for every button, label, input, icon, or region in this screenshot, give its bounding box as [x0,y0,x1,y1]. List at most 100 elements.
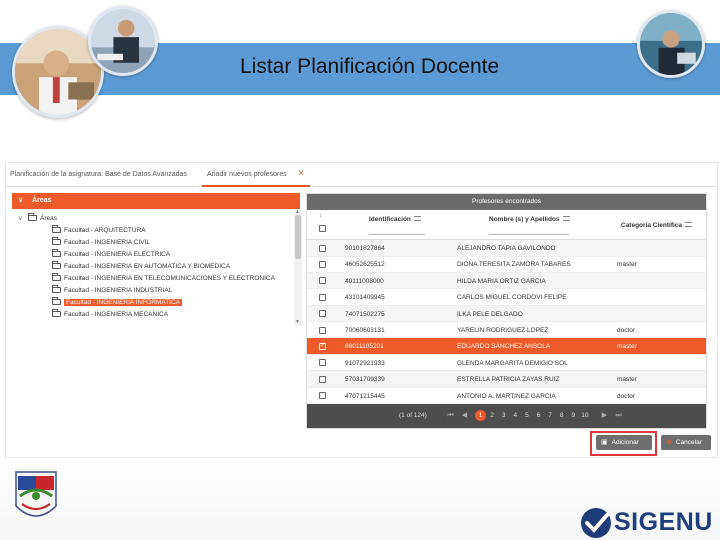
add-button-label: Adicionar [611,439,639,446]
table-row[interactable]: 43101409945 CARLOS MIGUEL CORDOVI FELIPE [307,289,706,306]
prev-page-icon[interactable]: ◀ [459,410,470,421]
areas-scrollbar[interactable]: ▲ ▼ [294,209,302,325]
cell-name: ILKA PELE DELGADO [457,310,523,318]
sigenu-logo-text: SIGENU [614,508,713,536]
app-window: Planificación de la asignatura: Base de … [5,162,718,458]
page-number[interactable]: 8 [556,410,567,421]
page-number[interactable]: 1 [475,410,486,421]
row-checkbox[interactable] [319,375,326,383]
cell-id: 46052625512 [345,261,385,269]
cell-name: EDUARDO SÁNCHEZ ANSOLA [457,343,551,351]
tree-item-facultad[interactable]: Facultad - INGENIERIA CIVIL [52,237,150,248]
page-number[interactable]: 4 [510,410,521,421]
table-row[interactable]: 57031709339 ESTRELLA PATRICIA ZAYAS RUIZ m… [307,371,706,388]
table-row[interactable]: 74071502275 ILKA PELE DELGADO [307,305,706,323]
cell-id: 47071215445 [345,392,385,400]
page-number[interactable]: 2 [487,410,498,421]
folder-icon [52,309,61,317]
cancel-button[interactable]: ⊗ Cancelar [661,435,711,450]
slide: Listar Planificación Docente Planificaci… [0,0,720,540]
row-checkbox[interactable] [319,310,326,318]
tree-root-label: Áreas [40,215,57,222]
cell-id: 74071502275 [345,310,385,318]
row-checkbox[interactable] [319,293,326,301]
tree-item-facultad[interactable]: Facultad - INGENIERIA EN AUTOMATICA Y BI… [52,261,230,272]
cell-id: 91072921933 [345,359,385,367]
row-checkbox[interactable] [319,326,326,334]
tree-root[interactable]: ∨ Áreas [18,213,57,222]
cell-name: ANTONIO A. MARTINEZ GARCIA [457,392,556,400]
page-number[interactable]: 6 [533,410,544,421]
filter-nombre[interactable] [489,234,569,235]
column-identificacion-label: Identificación [369,216,411,223]
scroll-down-icon[interactable]: ▼ [295,319,300,325]
table-row[interactable]: 86011105201 EDUARDO SÁNCHEZ ANSOLA master [307,338,706,356]
page-info: (1 of 124) [399,412,427,419]
select-all-checkbox[interactable] [319,225,326,232]
page-number[interactable]: 3 [498,410,509,421]
column-categoria[interactable]: Categoría Científica [621,222,693,229]
first-page-icon[interactable]: ⏮ [445,410,456,421]
tree-item-facultad[interactable]: Facultad - INGENIERIA MECANICA [52,309,168,320]
table-row[interactable]: 47071215445 ANTONIO A. MARTINEZ GARCIA doc… [307,388,706,405]
tree-item-label: Facultad - INGENIERIA CIVIL [64,239,150,246]
folder-icon [28,213,37,221]
folder-icon [52,261,61,269]
tree-item-facultad[interactable]: Facultad - INGENIERIA INFORMATICA [52,297,183,308]
add-button[interactable]: ▣ Adicionar [596,435,652,450]
cell-id: 90101827864 [345,245,385,252]
folder-icon [52,285,61,293]
table-row[interactable]: 46052625512 DIONA TERESITA ZAMORA TABARES… [307,256,706,274]
professors-panel: Profesores encontrados ↕ Identificación … [306,193,707,429]
folder-icon [52,225,61,233]
folder-icon [52,273,61,281]
table-row[interactable]: 70060603131 YARELIN RODRIGUEZ LOPEZ doctor [307,322,706,339]
cell-name: HILDA MARIA ORTIZ GARCIA [457,277,546,285]
areas-panel-header[interactable]: ∨ Áreas [12,193,300,209]
sigenu-check-icon [581,508,611,538]
last-page-icon[interactable]: ⏭ [613,410,624,421]
column-nombre[interactable]: Nombre (s) y Apellidos [489,216,570,223]
tree-item-facultad[interactable]: Facultad - INGENIERIA ELECTRICA [52,249,170,260]
tree-item-facultad[interactable]: Facultad - ARQUITECTURA [52,225,146,236]
save-icon: ▣ [601,439,608,446]
row-checkbox[interactable] [319,244,326,252]
table-row[interactable]: 91072921933 GLENDA MARGARITA DEMIGIO SOL [307,355,706,372]
table-row[interactable]: 90101827864 ALEJANDRO TAPIA GAVILONDO [307,240,706,257]
tab-bar: Planificación de la asignatura: Base de … [6,163,717,187]
scrollbar-thumb[interactable] [295,215,301,259]
row-checkbox[interactable] [319,260,326,268]
tab-planificacion[interactable]: Planificación de la asignatura: Base de … [10,171,187,178]
cell-id: 40111008000 [345,277,384,285]
row-checkbox[interactable] [319,277,326,285]
tree-item-facultad[interactable]: Facultad - INGENIERIA INDUSTRIAL [52,285,172,296]
row-checkbox[interactable] [319,341,326,350]
row-checkbox[interactable] [319,359,326,367]
folder-icon [52,249,61,257]
tab-close-icon[interactable]: × [298,168,304,179]
cell-id: 70060603131 [345,327,385,334]
table-row[interactable]: 40111008000 HILDA MARIA ORTIZ GARCIA [307,272,706,290]
tree-item-label: Facultad - INGENIERIA INFORMATICA [64,299,183,306]
row-checkbox[interactable] [319,392,326,400]
sort-icon[interactable]: ↕ [319,213,322,219]
page-number[interactable]: 7 [545,410,556,421]
page-number[interactable]: 5 [521,410,532,421]
tree-item-label: Facultad - INGENIERIA EN TELECOMUNICACIO… [64,275,275,282]
cell-name: CARLOS MIGUEL CORDOVI FELIPE [457,294,567,302]
tab-anadir-profesores[interactable]: Añadir nuevos profesores [207,171,287,178]
cell-name: ESTRELLA PATRICIA ZAYAS RUIZ [457,376,560,384]
column-identificacion[interactable]: Identificación [369,216,421,223]
tree-item-facultad[interactable]: Facultad - INGENIERIA EN TELECOMUNICACIO… [52,273,275,284]
page-number[interactable]: 10 [579,410,590,421]
cell-name: GLENDA MARGARITA DEMIGIO SOL [457,359,568,367]
page-number[interactable]: 9 [568,410,579,421]
cell-category: master [617,261,637,269]
cell-category: doctor [617,392,636,400]
filter-identificacion[interactable] [369,234,425,235]
slide-title: Listar Planificación Docente [240,55,500,78]
next-page-icon[interactable]: ▶ [599,410,610,421]
cancel-icon: ⊗ [666,439,672,446]
cell-id: 43101409945 [345,294,385,302]
table-header: ↕ Identificación Nombre (s) y Apellidos … [307,210,706,240]
